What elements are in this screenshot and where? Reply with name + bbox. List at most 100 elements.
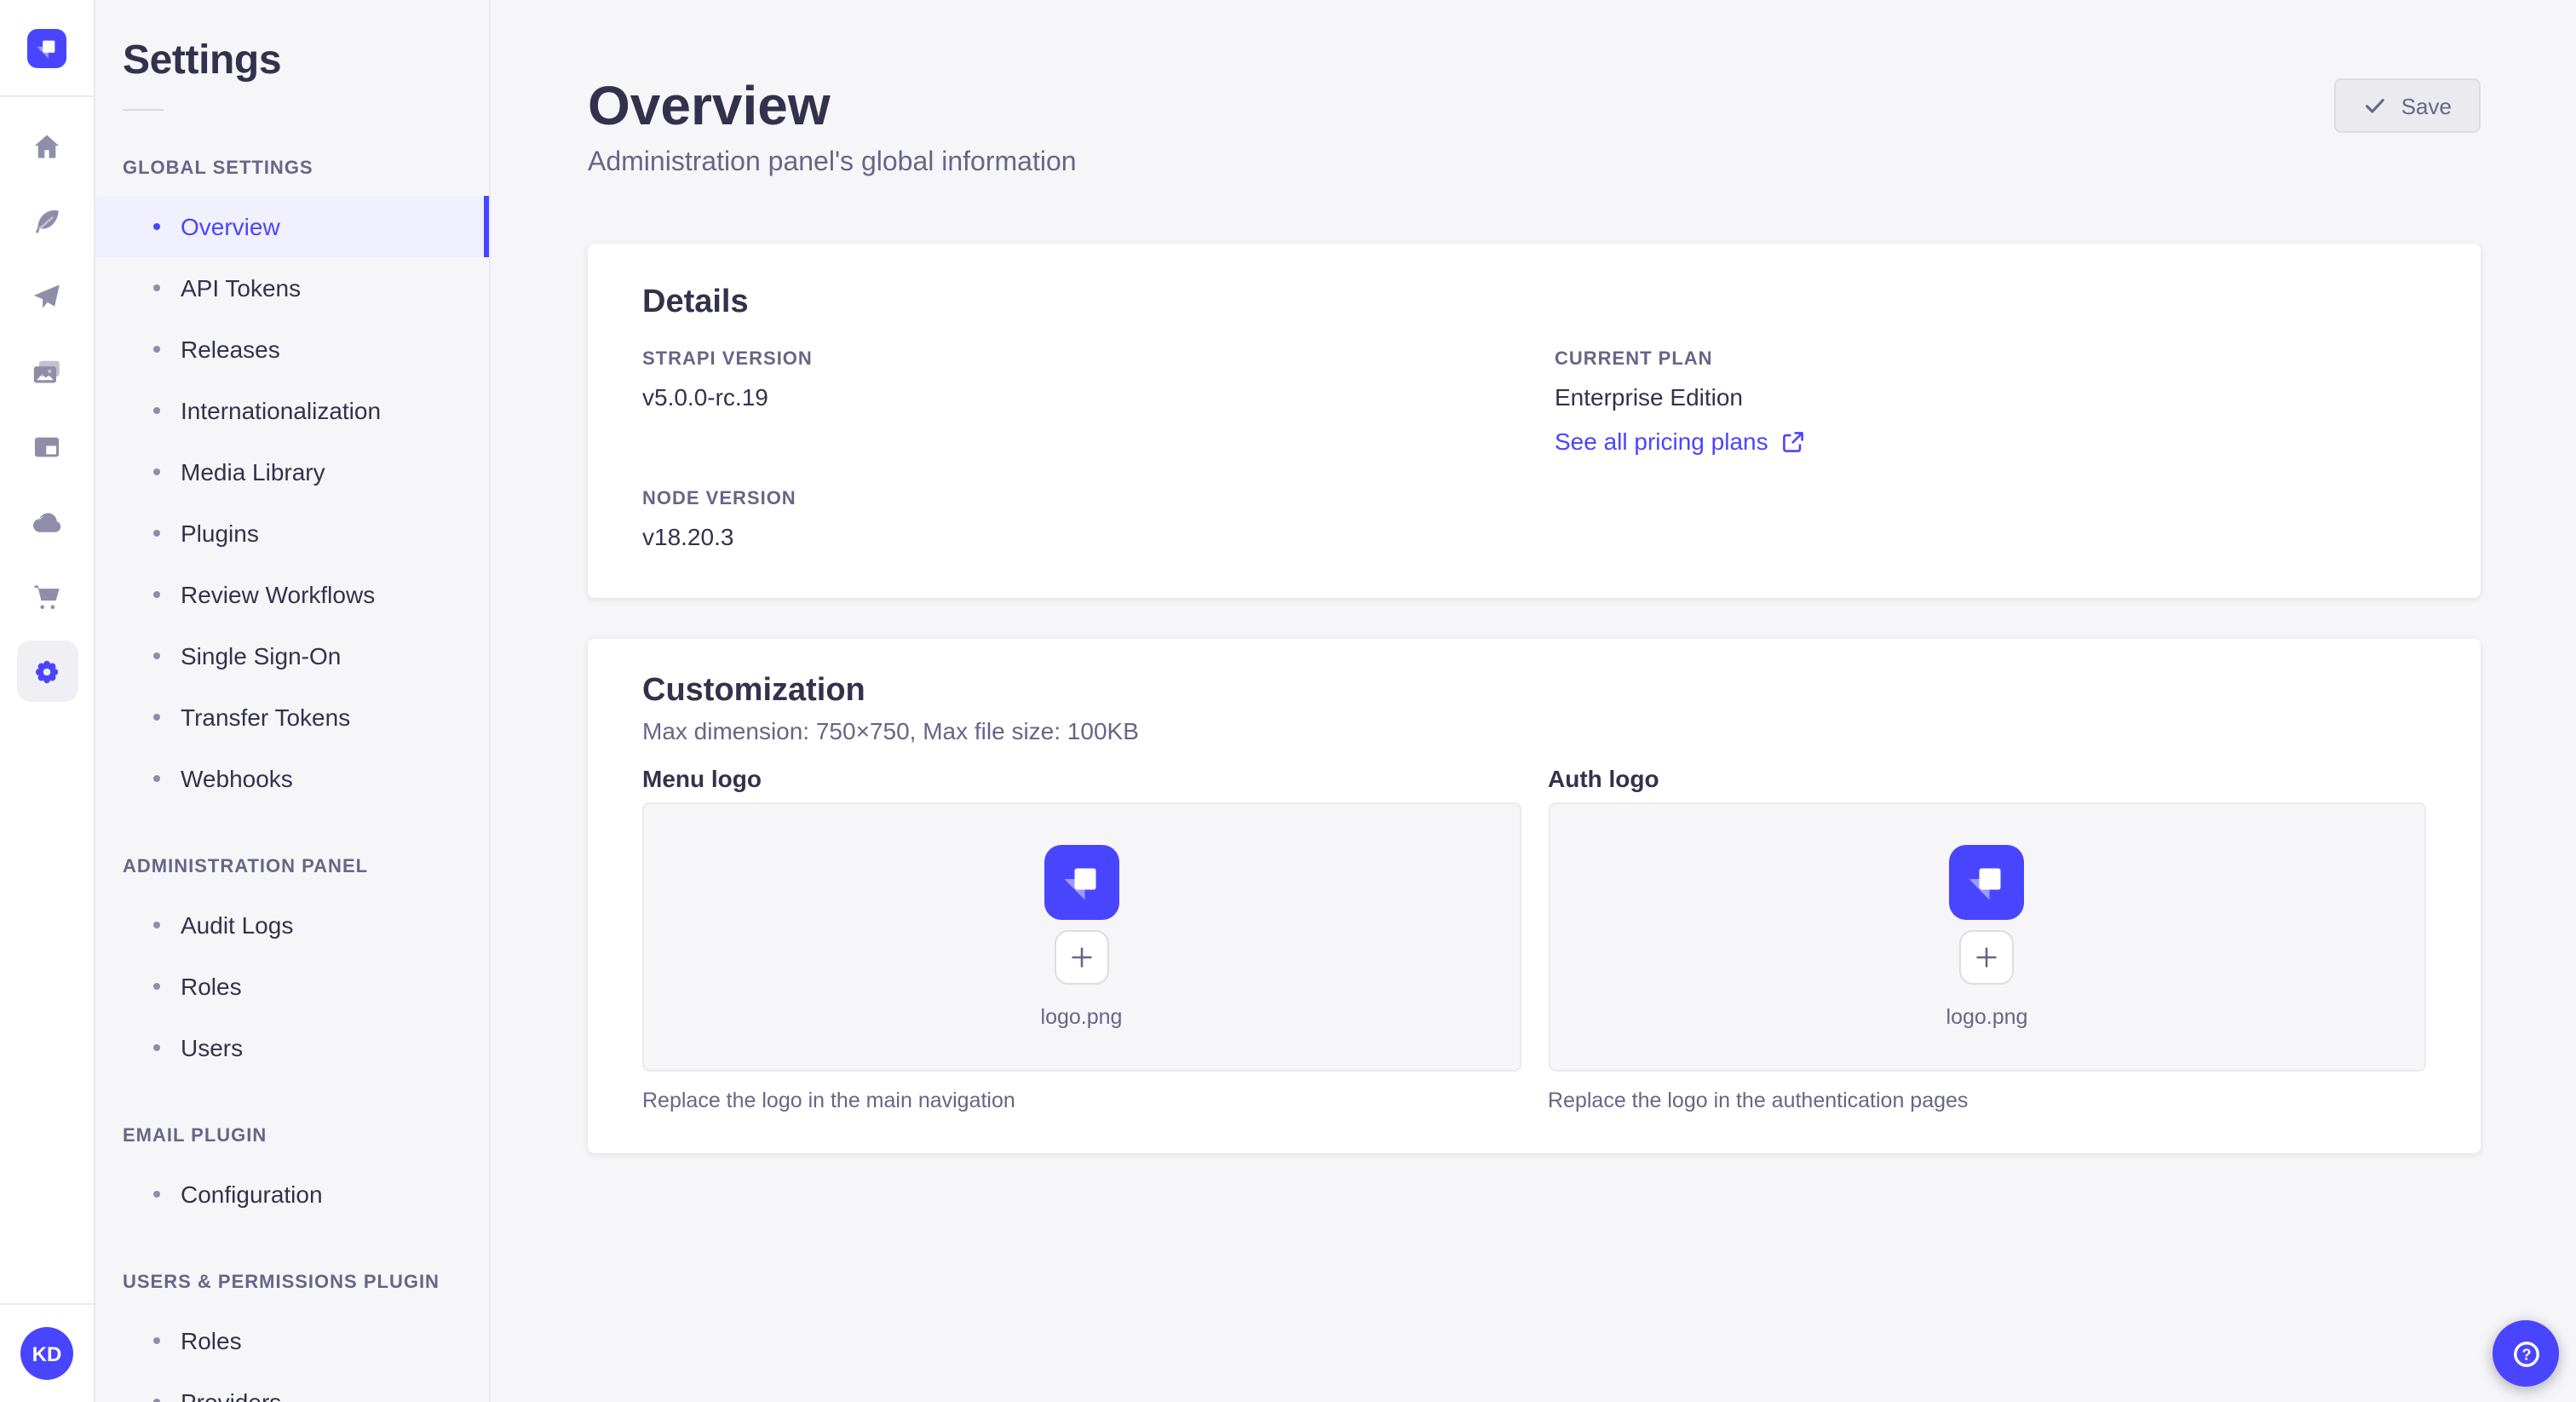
avatar[interactable]: KD xyxy=(20,1327,73,1380)
sidebar-section-list: Roles Providers xyxy=(95,1310,489,1402)
menu-logo-hint: Replace the logo in the main navigation xyxy=(642,1089,1015,1112)
node-version-field: NODE VERSION v18.20.3 xyxy=(642,489,1514,550)
pictures-icon[interactable] xyxy=(16,341,78,402)
rail-divider xyxy=(0,1303,94,1305)
details-left-column: STRAPI VERSION v5.0.0-rc.19 NODE VERSION… xyxy=(642,349,1514,550)
details-card: Details STRAPI VERSION v5.0.0-rc.19 NODE… xyxy=(588,244,2481,598)
sidebar-item-single-sign-on[interactable]: Single Sign-On xyxy=(95,625,489,687)
logo-filename: logo.png xyxy=(1040,1005,1123,1029)
sidebar-item-label: Providers xyxy=(181,1388,282,1402)
sidebar-title: Settings xyxy=(123,37,282,83)
sidebar-section-list: Audit Logs Roles Users xyxy=(95,894,489,1078)
sidebar-section-heading: USERS & PERMISSIONS PLUGIN xyxy=(123,1273,440,1293)
auth-logo-thumbnail xyxy=(1949,845,2025,920)
page-subtitle: Administration panel's global informatio… xyxy=(588,148,1077,177)
sidebar-item-media-library[interactable]: Media Library xyxy=(95,441,489,503)
bullet-icon xyxy=(153,922,160,928)
bullet-icon xyxy=(153,652,160,659)
cloud-icon[interactable] xyxy=(16,491,78,552)
sidebar-item-providers[interactable]: Providers xyxy=(95,1371,489,1402)
sidebar-item-api-tokens[interactable]: API Tokens xyxy=(95,257,489,319)
page-title: Overview xyxy=(588,75,831,136)
settings-sidebar: Settings GLOBAL SETTINGS Overview API Toke… xyxy=(95,0,491,1402)
customization-heading: Customization xyxy=(642,673,865,709)
plus-icon xyxy=(1071,947,1092,968)
add-logo-button[interactable] xyxy=(1054,930,1109,985)
details-right-column: CURRENT PLAN Enterprise Edition See all … xyxy=(1555,349,2426,550)
strapi-logo-icon[interactable] xyxy=(27,29,66,68)
sidebar-item-roles[interactable]: Roles xyxy=(95,1310,489,1371)
home-icon[interactable] xyxy=(16,116,78,177)
strapi-logo-glyph xyxy=(37,40,55,59)
bullet-icon xyxy=(153,983,160,990)
rail-icon-menu xyxy=(16,116,78,702)
feather-icon[interactable] xyxy=(16,191,78,252)
sidebar-item-users[interactable]: Users xyxy=(95,1017,489,1078)
sidebar-item-label: Plugins xyxy=(181,520,259,547)
auth-logo-hint: Replace the logo in the authentication p… xyxy=(1548,1089,1969,1112)
field-value: Enterprise Edition xyxy=(1555,383,1744,411)
sidebar-item-review-workflows[interactable]: Review Workflows xyxy=(95,564,489,625)
sidebar-item-label: Users xyxy=(181,1034,244,1061)
menu-logo-block: Menu logo logo.png Replace the logo in t… xyxy=(642,765,1521,1112)
field-value: v18.20.3 xyxy=(642,523,734,550)
sidebar-item-label: Roles xyxy=(181,1327,242,1354)
page-header: Overview Administration panel's global i… xyxy=(588,75,2481,179)
bullet-icon xyxy=(153,775,160,782)
strapi-version-field: STRAPI VERSION v5.0.0-rc.19 xyxy=(642,349,1514,411)
logo-grid: Menu logo logo.png Replace the logo in t… xyxy=(642,765,2426,1112)
pricing-plans-link[interactable]: See all pricing plans xyxy=(1555,428,1804,455)
sidebar-item-label: Releases xyxy=(181,336,280,363)
title-divider xyxy=(123,109,164,111)
svg-text:?: ? xyxy=(2521,1345,2531,1362)
sidebar-item-webhooks[interactable]: Webhooks xyxy=(95,748,489,809)
help-button[interactable]: ? xyxy=(2493,1320,2559,1387)
strapi-logo-glyph xyxy=(1064,868,1095,900)
sidebar-item-label: Media Library xyxy=(181,458,325,486)
gear-icon[interactable] xyxy=(16,641,78,702)
bullet-icon xyxy=(153,284,160,291)
layout-icon[interactable] xyxy=(16,416,78,477)
save-button[interactable]: Save xyxy=(2334,78,2481,133)
check-icon xyxy=(2366,99,2385,113)
sidebar-item-audit-logs[interactable]: Audit Logs xyxy=(95,894,489,956)
save-button-label: Save xyxy=(2401,93,2452,118)
menu-logo-upload-box[interactable]: logo.png xyxy=(642,802,1521,1072)
sidebar-item-roles[interactable]: Roles xyxy=(95,956,489,1017)
sidebar-item-internationalization[interactable]: Internationalization xyxy=(95,380,489,441)
sidebar-item-plugins[interactable]: Plugins xyxy=(95,503,489,564)
current-plan-field: CURRENT PLAN Enterprise Edition xyxy=(1555,349,2426,411)
paper-plane-icon[interactable] xyxy=(16,266,78,327)
sidebar-section-list: Overview API Tokens Releases Internationali… xyxy=(95,196,489,809)
sidebar-item-transfer-tokens[interactable]: Transfer Tokens xyxy=(95,687,489,748)
bullet-icon xyxy=(153,1044,160,1051)
strapi-logo-glyph xyxy=(1969,868,2001,900)
sidebar-item-configuration[interactable]: Configuration xyxy=(95,1164,489,1225)
sidebar-item-label: API Tokens xyxy=(181,274,302,302)
sidebar-section-heading: GLOBAL SETTINGS xyxy=(123,158,313,179)
bullet-icon xyxy=(153,223,160,230)
plus-icon xyxy=(1976,947,1998,968)
sidebar-item-label: Audit Logs xyxy=(181,911,294,939)
sidebar-item-label: Webhooks xyxy=(181,765,293,792)
field-value: v5.0.0-rc.19 xyxy=(642,383,768,411)
customization-card: Customization Max dimension: 750×750, Ma… xyxy=(588,639,2481,1153)
app-window: KD Settings GLOBAL SETTINGS Overview API T… xyxy=(0,0,2576,1402)
field-label: NODE VERSION xyxy=(642,489,796,509)
details-fields: STRAPI VERSION v5.0.0-rc.19 NODE VERSION… xyxy=(642,349,2426,550)
sidebar-item-releases[interactable]: Releases xyxy=(95,319,489,380)
pricing-plans-link-label: See all pricing plans xyxy=(1555,428,1768,455)
cart-icon[interactable] xyxy=(16,566,78,627)
bullet-icon xyxy=(153,1191,160,1198)
sidebar-item-label: Review Workflows xyxy=(181,581,376,608)
sidebar-item-label: Single Sign-On xyxy=(181,642,342,669)
sidebar-item-label: Roles xyxy=(181,973,242,1000)
sidebar-section-heading: EMAIL PLUGIN xyxy=(123,1126,267,1146)
add-logo-button[interactable] xyxy=(1959,930,2015,985)
rail-divider xyxy=(0,95,94,97)
customization-constraints: Max dimension: 750×750, Max file size: 1… xyxy=(642,717,1139,744)
auth-logo-upload-box[interactable]: logo.png xyxy=(1548,802,2426,1072)
auth-logo-label: Auth logo xyxy=(1548,765,1659,792)
sidebar-item-label: Transfer Tokens xyxy=(181,704,351,731)
sidebar-item-overview[interactable]: Overview xyxy=(95,196,489,257)
